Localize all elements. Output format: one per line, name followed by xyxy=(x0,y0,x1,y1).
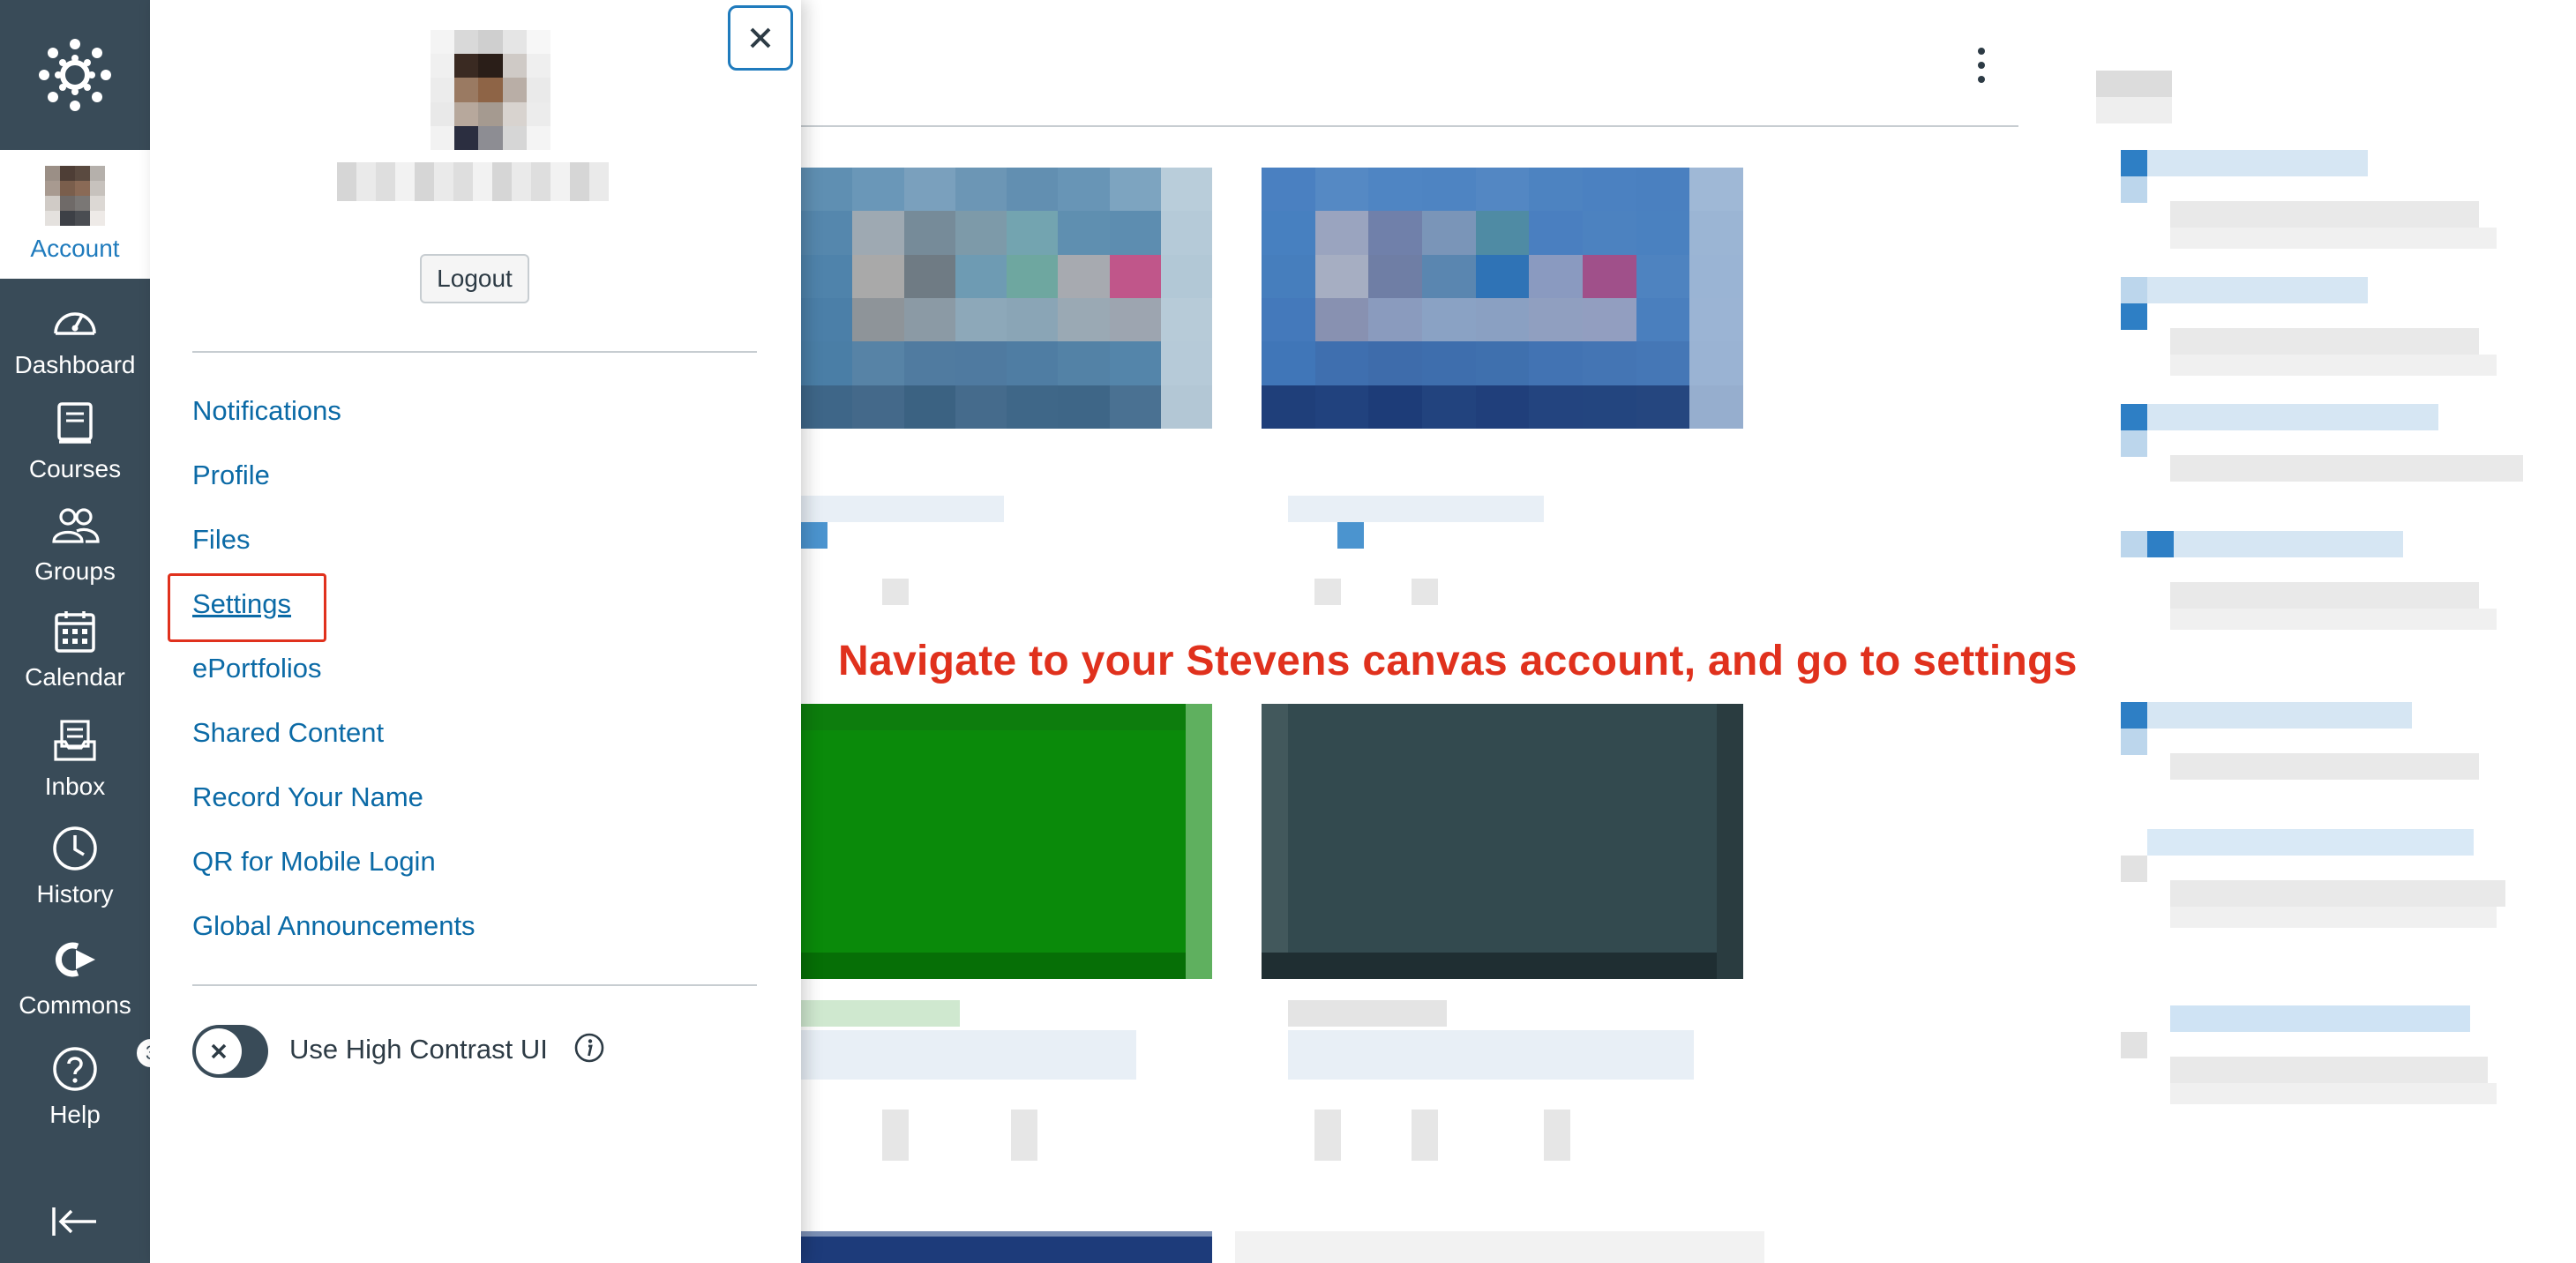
sidebar-heading-blur xyxy=(2096,97,2172,123)
nav-item-courses[interactable]: Courses xyxy=(0,399,150,483)
tray-link-eportfolios[interactable]: ePortfolios xyxy=(192,653,321,684)
card-title-blur xyxy=(1288,496,1544,522)
nav-label-help: Help xyxy=(49,1101,101,1128)
toggle-off-icon xyxy=(196,1028,242,1074)
high-contrast-toggle[interactable] xyxy=(192,1025,268,1078)
nav-item-account[interactable]: Account xyxy=(0,150,150,279)
card-title-blur xyxy=(1288,1030,1694,1080)
nav-label-inbox: Inbox xyxy=(44,773,106,800)
dashboard-options-button[interactable] xyxy=(1964,44,1999,86)
header-divider xyxy=(801,125,2018,127)
nav-label-groups: Groups xyxy=(34,557,116,585)
course-card-image xyxy=(801,704,1212,979)
card-action-blur xyxy=(1412,579,1438,605)
nav-label-history: History xyxy=(36,880,114,908)
dashboard-icon xyxy=(50,295,100,344)
card-action-blur xyxy=(882,1110,909,1161)
account-avatar xyxy=(45,166,105,226)
nav-label-account: Account xyxy=(30,235,120,262)
course-card[interactable] xyxy=(801,1231,1212,1263)
nav-item-history[interactable]: History xyxy=(0,824,150,908)
nav-label-courses: Courses xyxy=(28,455,122,482)
todo-item[interactable] xyxy=(2091,1005,2550,1111)
course-card-image xyxy=(1262,704,1743,979)
tray-link-record-your-name[interactable]: Record Your Name xyxy=(192,781,423,813)
card-title-blur xyxy=(801,496,1004,522)
card-title-blur xyxy=(801,1030,1136,1080)
nav-label-commons: Commons xyxy=(19,991,131,1019)
info-icon[interactable] xyxy=(573,1032,605,1064)
card-action-blur xyxy=(1412,1110,1438,1161)
course-card-image xyxy=(801,168,1212,429)
tray-link-shared-content[interactable]: Shared Content xyxy=(192,717,384,749)
course-card[interactable] xyxy=(801,168,1212,605)
logout-button[interactable]: Logout xyxy=(420,254,529,303)
canvas-logo-icon xyxy=(39,39,111,111)
course-card[interactable] xyxy=(1262,168,1743,605)
nav-item-help[interactable]: 3 Help xyxy=(0,1037,167,1129)
tray-link-global-announcements[interactable]: Global Announcements xyxy=(192,910,476,942)
history-icon xyxy=(50,824,100,873)
card-accent xyxy=(1337,522,1364,549)
tray-link-files[interactable]: Files xyxy=(192,524,250,556)
sidebar-heading-blur xyxy=(2096,71,2172,97)
card-accent-blur xyxy=(801,1000,960,1027)
nav-label-calendar: Calendar xyxy=(25,663,125,691)
todo-item[interactable] xyxy=(2091,829,2550,935)
divider xyxy=(192,351,757,353)
settings-highlight-box xyxy=(168,573,326,642)
card-accent xyxy=(801,522,827,549)
canvas-logo[interactable] xyxy=(0,0,150,150)
collapse-arrow-icon xyxy=(52,1207,96,1236)
nav-item-dashboard[interactable]: Dashboard xyxy=(0,295,150,379)
courses-icon xyxy=(50,399,100,448)
card-action-blur xyxy=(1544,1110,1570,1161)
course-card[interactable] xyxy=(1235,1231,1764,1263)
nav-item-inbox[interactable]: Inbox xyxy=(0,716,150,801)
todo-item[interactable] xyxy=(2091,150,2550,256)
close-icon xyxy=(750,27,771,49)
card-action-blur xyxy=(1011,1110,1037,1161)
card-accent-blur xyxy=(1288,1000,1447,1027)
divider xyxy=(192,984,757,986)
commons-icon xyxy=(50,935,100,984)
calendar-icon xyxy=(50,607,100,656)
inbox-icon xyxy=(50,716,100,766)
nav-item-calendar[interactable]: Calendar xyxy=(0,607,150,691)
profile-name-blurred xyxy=(337,162,609,201)
todo-sidebar xyxy=(2091,71,2550,1263)
close-tray-button[interactable] xyxy=(728,5,793,71)
nav-label-dashboard: Dashboard xyxy=(14,351,136,378)
todo-item[interactable] xyxy=(2091,404,2550,510)
nav-item-commons[interactable]: Commons xyxy=(0,935,150,1020)
todo-item[interactable] xyxy=(2091,531,2550,637)
todo-item[interactable] xyxy=(2091,277,2550,383)
course-card[interactable] xyxy=(1262,704,1743,1198)
card-action-blur xyxy=(1314,579,1341,605)
todo-item[interactable] xyxy=(2091,702,2550,808)
course-card-image xyxy=(1262,168,1743,429)
tray-link-qr-mobile-login[interactable]: QR for Mobile Login xyxy=(192,846,436,878)
global-navigation: Account Dashboard Courses Groups Calenda xyxy=(0,0,167,1263)
collapse-nav-button[interactable] xyxy=(0,1204,150,1239)
profile-avatar xyxy=(431,30,550,150)
tray-link-profile[interactable]: Profile xyxy=(192,460,270,491)
card-action-blur xyxy=(882,579,909,605)
course-card[interactable] xyxy=(801,704,1212,1198)
groups-icon xyxy=(50,501,100,550)
account-tray: Logout Notifications Profile Files Setti… xyxy=(150,0,801,1263)
high-contrast-label: Use High Contrast UI xyxy=(289,1034,548,1065)
help-icon: 3 xyxy=(50,1037,167,1094)
tray-link-notifications[interactable]: Notifications xyxy=(192,395,341,427)
tutorial-annotation: Navigate to your Stevens canvas account,… xyxy=(838,638,2078,684)
card-action-blur xyxy=(1314,1110,1341,1161)
nav-item-groups[interactable]: Groups xyxy=(0,501,150,586)
